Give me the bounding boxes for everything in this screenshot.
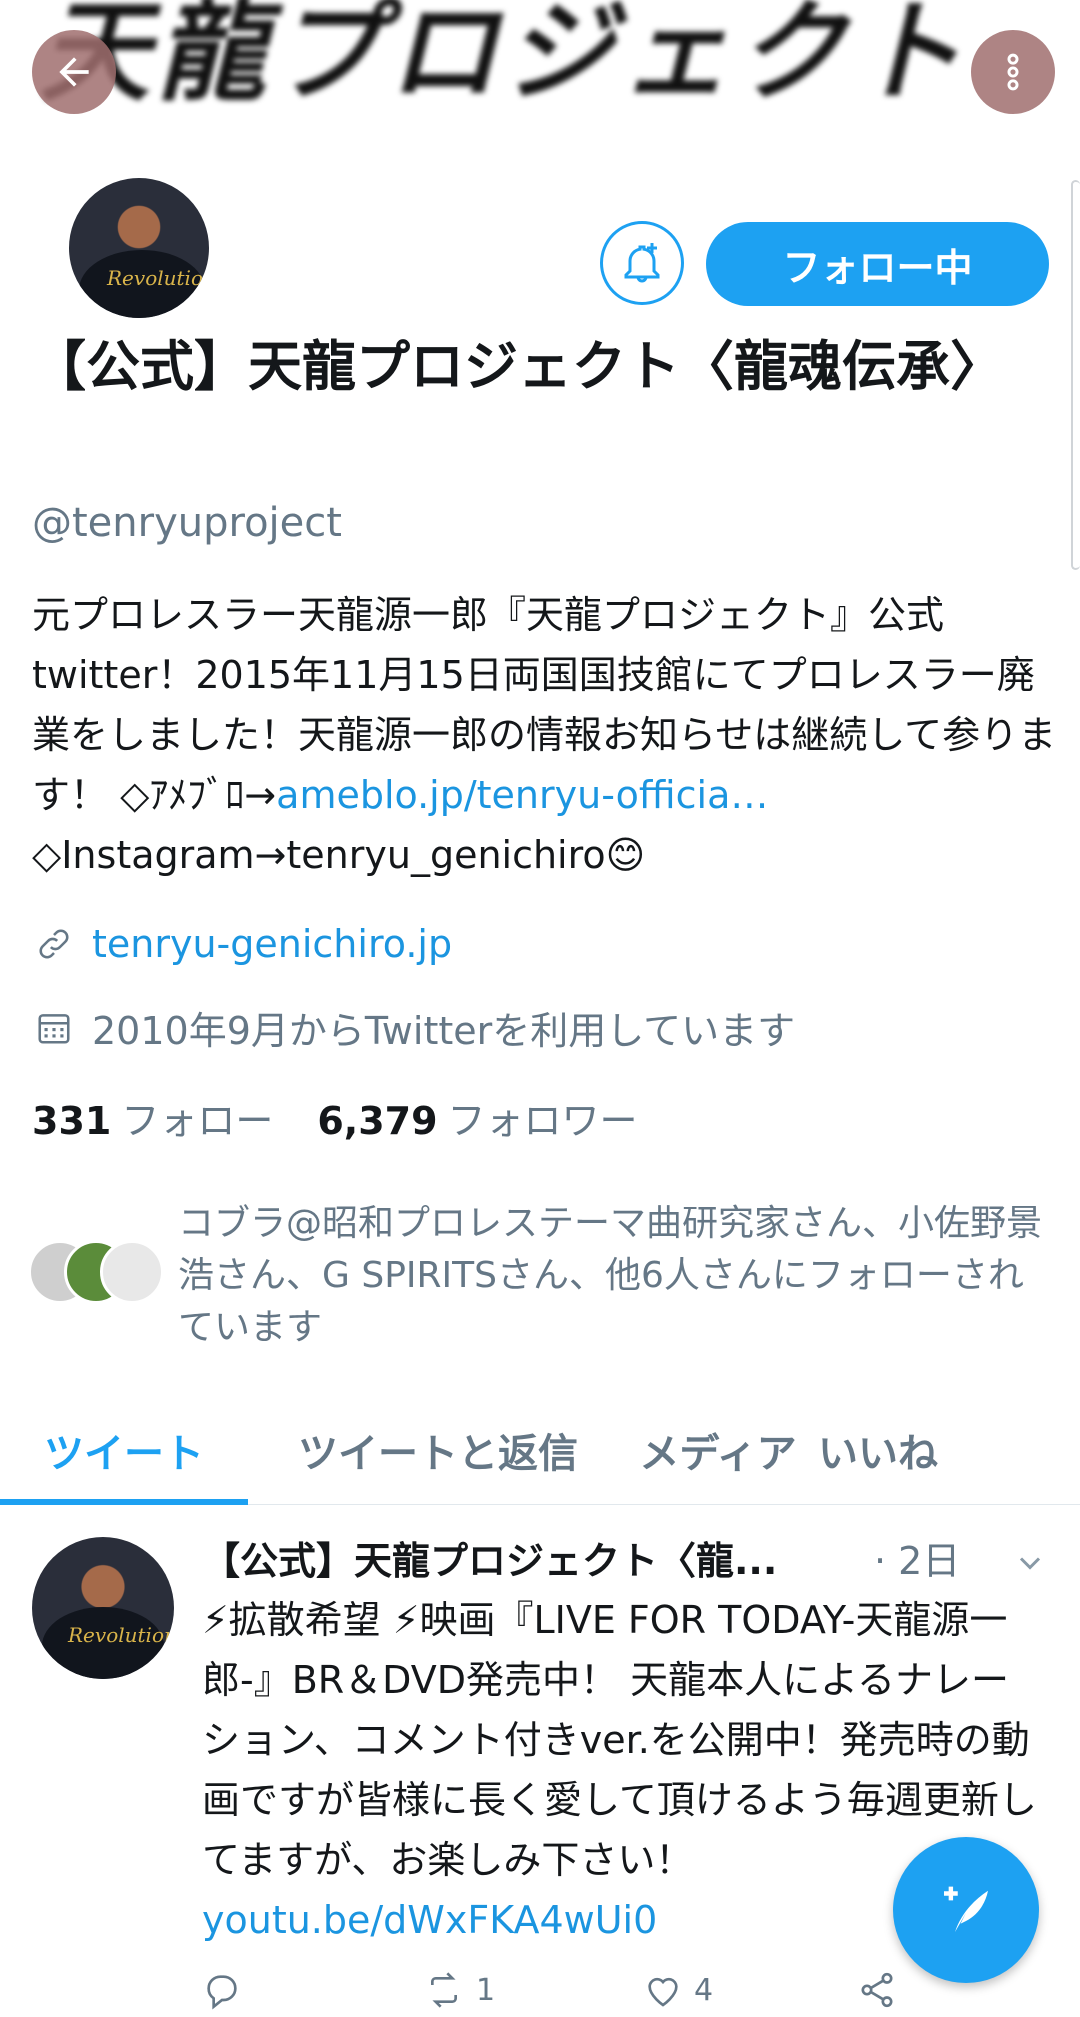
compose-icon — [944, 1886, 988, 1932]
profile-banner: 天龍プロジェクト — [0, 0, 1080, 125]
tweet-avatar-logo-text: Revolution — [68, 1623, 174, 1647]
profile-tabs: ツイート ツイートと返信 メディア いいね — [0, 1395, 1080, 1505]
tab-media[interactable]: メディア — [628, 1395, 808, 1504]
followed-by-avatars — [28, 1240, 168, 1306]
website-link[interactable]: tenryu-genichiro.jp — [92, 922, 452, 966]
avatar-logo-text: Revolution — [107, 266, 212, 290]
followers-count-link[interactable]: 6,379 フォロワー — [317, 1090, 637, 1145]
following-button[interactable]: フォロー中 — [706, 222, 1049, 306]
tweet-link[interactable]: youtu.be/dWxFKA4wUi0 — [202, 1898, 657, 1942]
tweet-author[interactable]: 【公式】天龍プロジェクト〈龍... — [202, 1530, 852, 1585]
joined-row: 2010年9月からTwitterを利用しています — [32, 1000, 795, 1055]
notifications-bell-button[interactable] — [600, 221, 684, 305]
mini-avatar — [100, 1240, 164, 1304]
scroll-indicator — [1071, 180, 1080, 570]
back-button[interactable] — [32, 30, 116, 114]
bell-plus-icon — [624, 243, 660, 283]
profile-handle: @tenryuproject — [32, 500, 342, 546]
banner-text: 天龍プロジェクト — [40, 0, 968, 116]
heart-icon — [648, 1977, 678, 2007]
chevron-down-icon — [1019, 1557, 1041, 1570]
tweet-menu-button[interactable] — [1012, 1545, 1048, 1585]
reply-icon — [207, 1975, 237, 2010]
bio-tail: ◇Instagram→tenryu_genichiro😊 — [32, 833, 646, 877]
compose-tweet-button[interactable] — [893, 1837, 1039, 1983]
following-label: フォロー — [121, 1099, 274, 1143]
more-vertical-icon — [1007, 53, 1019, 91]
profile-avatar[interactable]: Revolution — [66, 175, 212, 321]
retweet-count: 1 — [476, 1972, 496, 2008]
tweet-header: 【公式】天龍プロジェクト〈龍... · 2日 — [202, 1530, 1062, 1585]
back-arrow-icon — [59, 57, 89, 87]
following-count-link[interactable]: 331 フォロー — [32, 1090, 273, 1145]
share-button[interactable] — [857, 1970, 897, 2010]
followers-label: フォロワー — [447, 1099, 638, 1143]
profile-display-name: 【公式】天龍プロジェクト〈龍魂伝承〉 — [32, 335, 1004, 398]
calendar-icon — [32, 1006, 76, 1050]
follow-counts: 331 フォロー 6,379 フォロワー — [32, 1090, 638, 1145]
tweet-text: ⚡拡散希望 ⚡映画『LIVE FOR TODAY-天龍源一郎-』BR＆DVD発売… — [202, 1598, 1037, 1882]
retweet-button[interactable]: 1 — [422, 1970, 495, 2010]
followed-by-text: コブラ@昭和プロレステーマ曲研究家さん、小佐野景浩さん、G SPIRITSさん、… — [178, 1203, 1043, 1348]
link-icon — [32, 922, 76, 966]
followers-count: 6,379 — [317, 1099, 438, 1143]
following-count: 331 — [32, 1099, 112, 1143]
like-button[interactable]: 4 — [642, 1970, 713, 2010]
more-options-button[interactable] — [971, 30, 1055, 114]
reply-button[interactable] — [202, 1970, 242, 2010]
like-count: 4 — [694, 1972, 714, 2008]
share-icon — [861, 1972, 893, 2008]
tweet-time: · 2日 — [874, 1539, 961, 1583]
tweet-actions: 1 4 — [202, 1970, 922, 2017]
tab-tweets-and-replies[interactable]: ツイートと返信 — [248, 1395, 628, 1504]
tweet-avatar[interactable]: Revolution — [32, 1537, 174, 1679]
retweet-icon — [431, 1972, 457, 2008]
joined-text: 2010年9月からTwitterを利用しています — [92, 1009, 796, 1053]
tab-likes[interactable]: いいね — [808, 1395, 1080, 1504]
profile-bio: 元プロレスラー天龍源一郎『天龍プロジェクト』公式twitter！2015年11月… — [32, 585, 1057, 885]
website-row: tenryu-genichiro.jp — [32, 922, 452, 966]
tab-tweets[interactable]: ツイート — [0, 1395, 248, 1505]
bio-link[interactable]: ameblo.jp/tenryu-officia… — [276, 773, 768, 817]
